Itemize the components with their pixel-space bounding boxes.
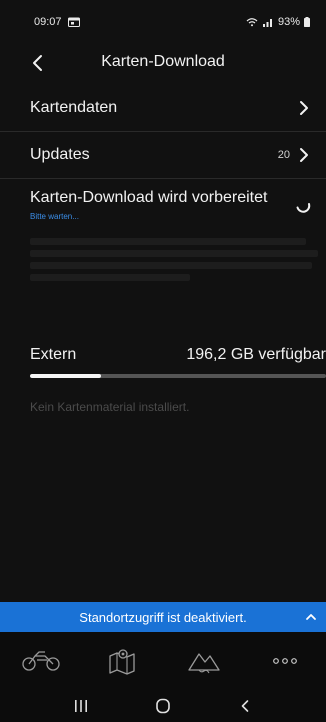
- home-icon: [156, 698, 170, 714]
- empty-state-text: Kein Kartenmaterial installiert.: [30, 400, 190, 414]
- app-header: Karten-Download: [0, 44, 326, 82]
- status-bar: 09:07 93%: [0, 0, 326, 44]
- system-nav-bar: [0, 690, 326, 722]
- wifi-icon: [246, 18, 258, 27]
- signal-icon: [262, 19, 272, 27]
- download-status-title: Karten-Download wird vorbereitet: [30, 189, 268, 206]
- loading-spinner-icon: [296, 203, 311, 213]
- chevron-left-icon: [241, 700, 249, 712]
- location-banner-text: Standortzugriff ist deaktiviert.: [79, 609, 247, 625]
- nav-more-tab[interactable]: [263, 643, 307, 679]
- system-back-button[interactable]: [230, 696, 260, 716]
- storage-free-space: 196,2 GB verfügbar: [186, 346, 326, 363]
- status-right: 93%: [246, 16, 310, 28]
- battery-icon: [304, 17, 310, 27]
- storage-progress-bar: [30, 374, 326, 378]
- storage-label: Extern: [30, 346, 77, 363]
- bottom-nav: [0, 632, 326, 690]
- faded-text-lines: [30, 238, 318, 281]
- storage-progress-fill: [30, 374, 102, 378]
- download-status-subtitle: Bitte warten...: [30, 212, 79, 221]
- page-title: Karten-Download: [101, 53, 225, 70]
- chevron-right-icon: [300, 101, 308, 115]
- location-access-banner[interactable]: Standortzugriff ist deaktiviert.: [0, 602, 326, 632]
- status-time: 09:07: [34, 16, 62, 28]
- mountain-icon: [188, 653, 220, 674]
- menu-item-updates[interactable]: Updates 20: [0, 131, 326, 179]
- updates-count-badge: 20: [277, 149, 290, 161]
- home-button[interactable]: [148, 696, 178, 716]
- recents-button[interactable]: [66, 696, 96, 716]
- chevron-up-icon[interactable]: [304, 610, 318, 624]
- menu-item-kartendaten[interactable]: Kartendaten: [0, 84, 326, 132]
- faded-info-text: [30, 236, 320, 288]
- nav-map-tab[interactable]: [100, 643, 144, 679]
- menu-item-kartendaten-label: Kartendaten: [30, 99, 118, 116]
- more-icon: [273, 658, 298, 664]
- chevron-right-icon: [300, 148, 308, 162]
- divider: [0, 178, 326, 179]
- motorcycle-icon: [22, 651, 60, 671]
- status-left: 09:07: [34, 16, 80, 28]
- menu-item-updates-label: Updates: [30, 146, 90, 163]
- battery-percent: 93%: [277, 16, 300, 28]
- calendar-notification-icon: [67, 17, 80, 27]
- nav-terrain-tab[interactable]: [182, 643, 226, 679]
- nav-ride-tab[interactable]: [19, 643, 63, 679]
- recents-icon: [75, 700, 87, 712]
- map-icon: [109, 649, 135, 675]
